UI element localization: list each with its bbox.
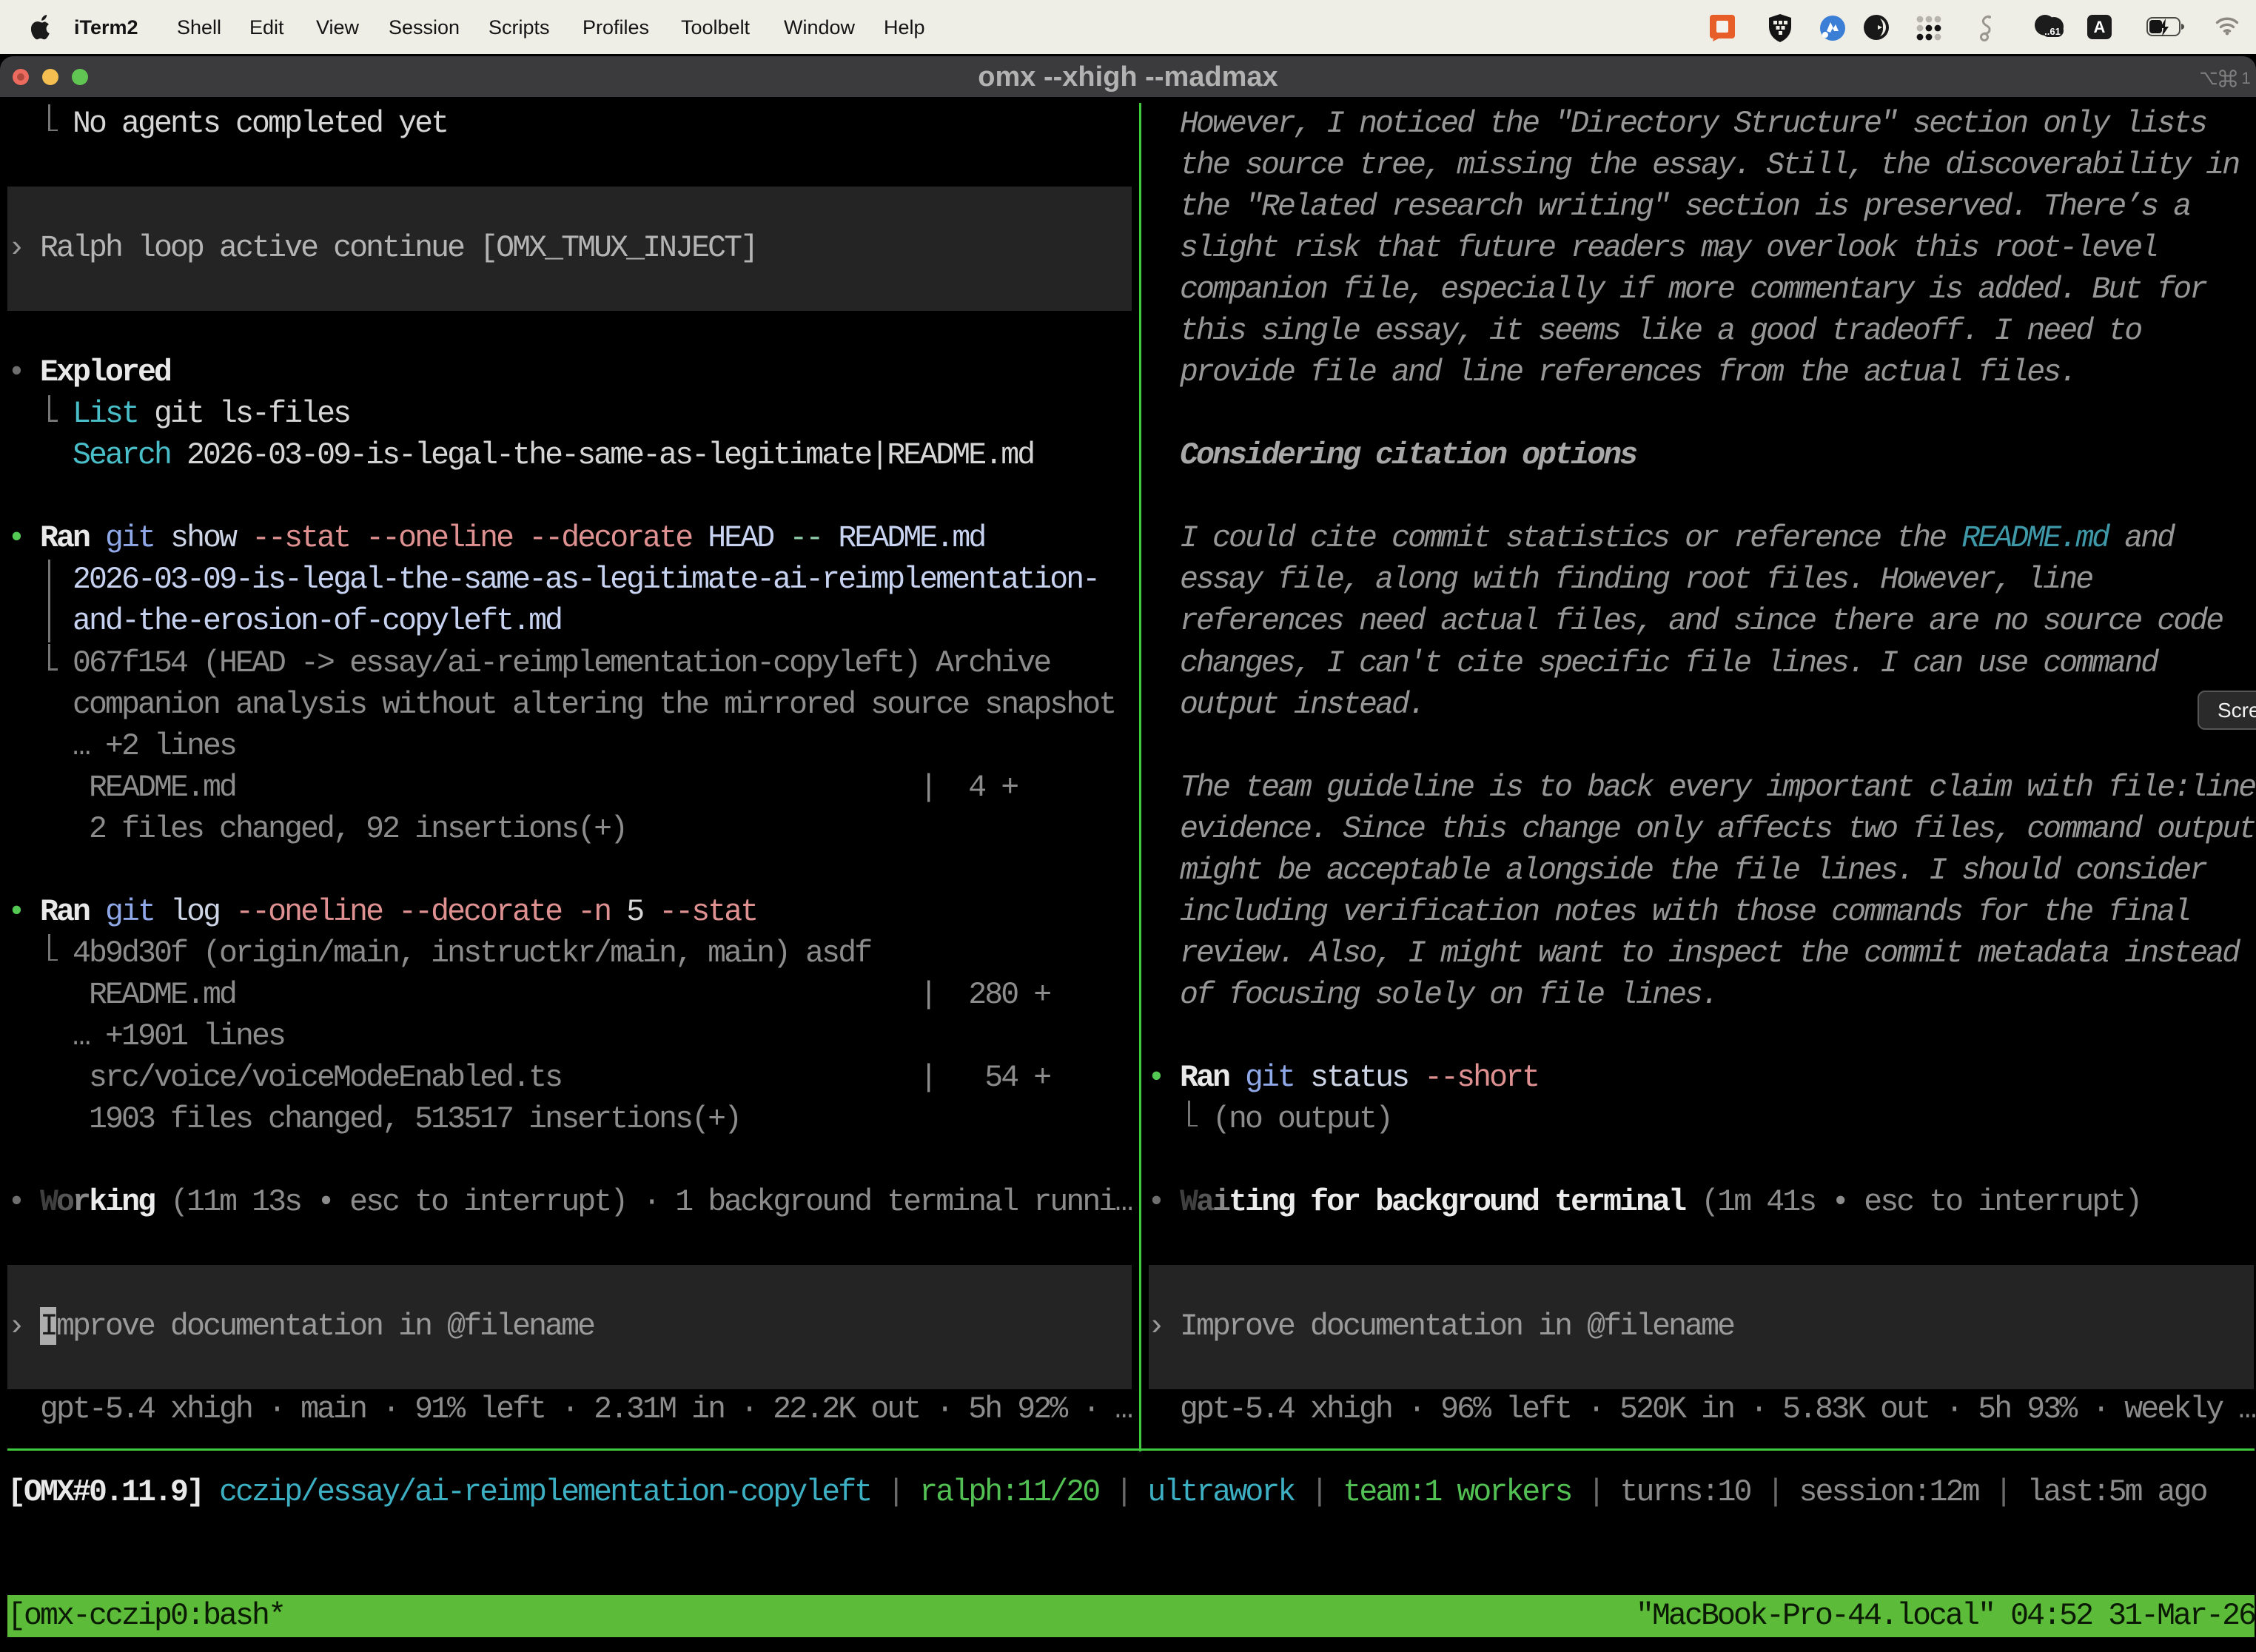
svg-text:1: 1 (2241, 70, 2250, 87)
svg-text:..61: ..61 (2044, 26, 2061, 37)
